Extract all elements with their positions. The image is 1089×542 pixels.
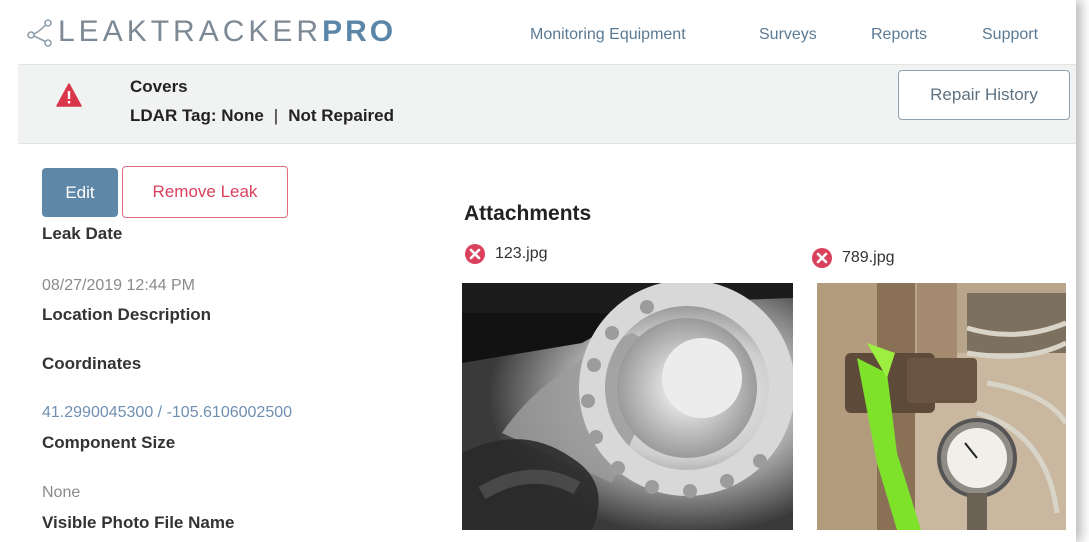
component-title: Covers (130, 77, 188, 96)
ldar-tag: LDAR Tag: None (130, 106, 264, 125)
attachment-photo-valve[interactable] (817, 283, 1066, 530)
repair-history-button[interactable]: Repair History (898, 70, 1070, 120)
nav-item-monitoring-equipment[interactable]: Monitoring Equipment (530, 26, 759, 44)
repair-status: Not Repaired (288, 106, 395, 125)
coordinates-label: Coordinates (42, 354, 142, 373)
nav-item-support[interactable]: Support (982, 26, 1038, 44)
top-navigation: LEAKTRACKERPRO Monitoring Equipment Surv… (0, 0, 1076, 64)
attachment-photo-thermal[interactable] (462, 283, 793, 530)
app-window: LEAKTRACKERPRO Monitoring Equipment Surv… (0, 0, 1076, 542)
attachment-item: 123.jpg (464, 243, 548, 265)
nav-item-surveys[interactable]: Surveys (759, 26, 871, 44)
leak-date-value: 08/27/2019 12:44 PM (42, 277, 196, 294)
coordinates-link[interactable]: 41.2990045300 / -105.6106002500 (42, 404, 292, 422)
component-size-label: Component Size (42, 433, 176, 452)
attachment-file-name[interactable]: 789.jpg (842, 249, 895, 267)
edit-button[interactable]: Edit (42, 168, 118, 217)
leak-tag-status: LDAR Tag: None | Not Repaired (130, 106, 394, 126)
brand-name-light: LEAKTRACKER (58, 15, 323, 48)
nav-item-reports[interactable]: Reports (871, 26, 982, 44)
attachment-item: 789.jpg (811, 247, 895, 269)
remove-attachment-icon[interactable] (811, 247, 833, 269)
location-description-label: Location Description (42, 305, 212, 324)
warning-triangle-icon (56, 83, 82, 107)
separator: | (273, 106, 279, 125)
brand-name: LEAKTRACKERPRO (58, 15, 396, 49)
brand-name-pro: PRO (322, 15, 397, 48)
leak-network-icon (27, 19, 52, 47)
leak-detail-panel: Edit Remove Leak Leak Date 08/27/2019 12… (18, 144, 1076, 542)
leak-date-label: Leak Date (42, 224, 123, 243)
visible-photo-file-name-label: Visible Photo File Name (42, 513, 235, 532)
attachments-heading: Attachments (464, 202, 592, 225)
nav-links: Monitoring Equipment Surveys Reports Sup… (530, 26, 1038, 44)
attachment-file-name[interactable]: 123.jpg (495, 245, 548, 263)
component-size-value: None (42, 484, 81, 501)
remove-attachment-icon[interactable] (464, 243, 486, 265)
brand-logo[interactable]: LEAKTRACKERPRO (26, 14, 396, 50)
leak-status-bar: Covers LDAR Tag: None | Not Repaired Rep… (18, 64, 1076, 144)
remove-leak-button[interactable]: Remove Leak (122, 166, 288, 218)
